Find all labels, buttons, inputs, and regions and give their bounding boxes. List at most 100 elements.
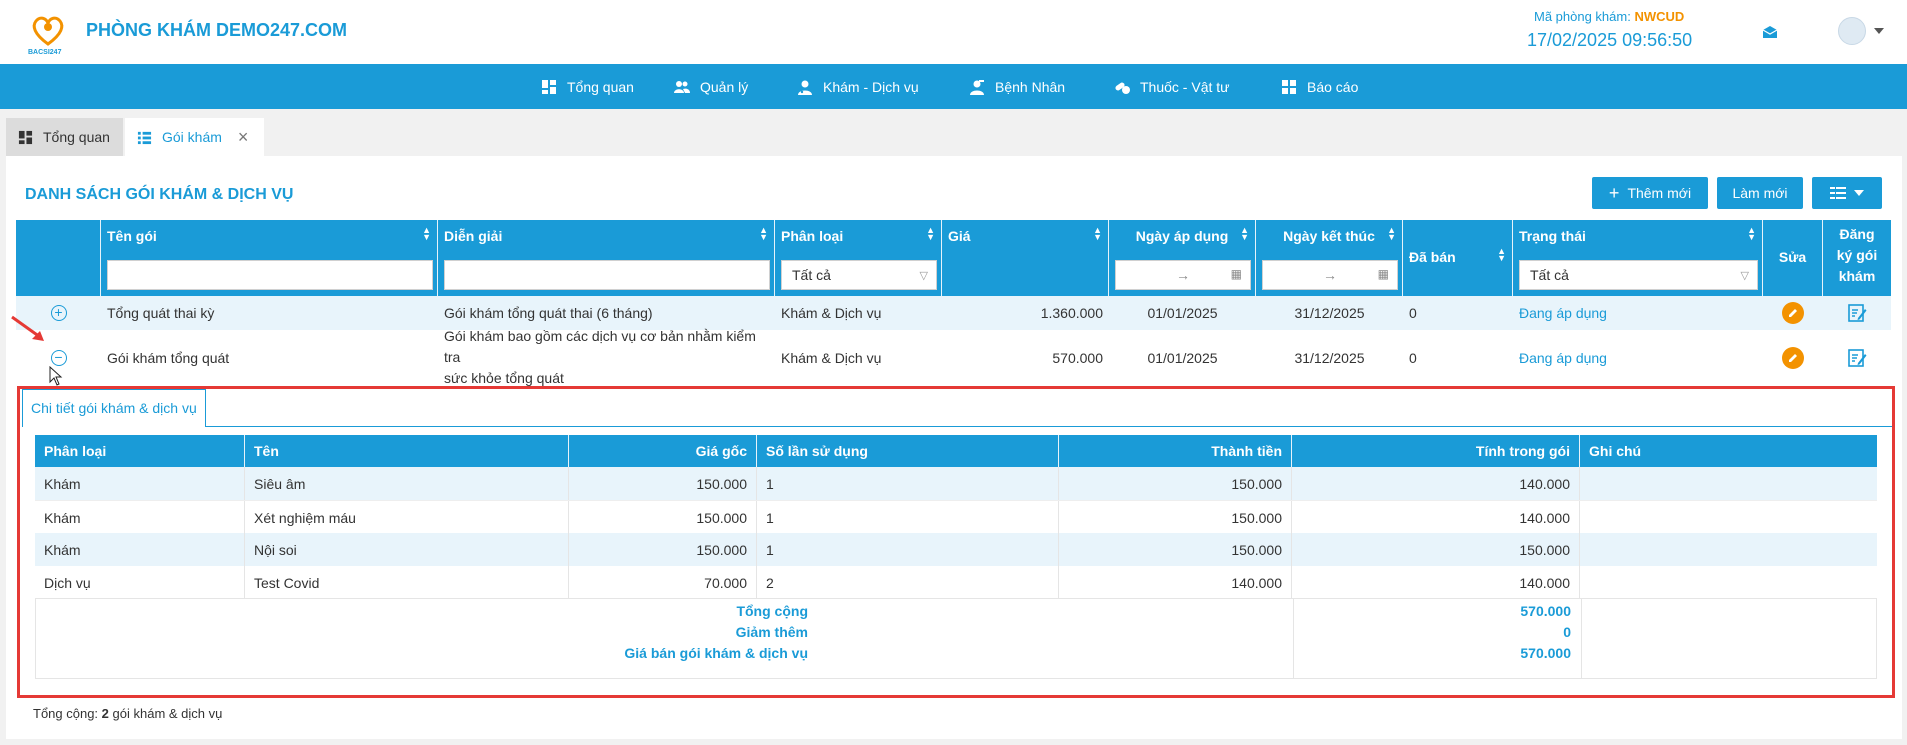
nav-item-medicine[interactable]: Thuốc - Vật tư [1114,77,1230,97]
item-base-price: 150.000 [569,467,757,500]
column-header-sold[interactable]: Đã bán ▲ ▼ [1403,220,1513,296]
sort-icon[interactable]: ▲ ▼ [1093,226,1102,242]
edit-cell [1763,296,1823,330]
clinic-code: Mã phòng khám: NWCUD [1534,9,1684,24]
nav-item-overview[interactable]: Tổng quan [541,77,634,97]
name-filter-input[interactable] [107,260,433,290]
detail-column-amount: Thành tiền [1059,435,1292,467]
item-name: Xét nghiệm máu [245,501,569,534]
start-date-range-picker[interactable]: → ▦ [1115,260,1251,290]
end-date-range-picker[interactable]: → ▦ [1262,260,1398,290]
nav-item-management[interactable]: Quản lý [674,77,748,97]
column-header-name[interactable]: Tên gói ▲ ▼ [101,220,438,296]
sort-icon[interactable]: ▲ ▼ [1387,226,1396,242]
pencil-icon [1789,309,1797,317]
calendar-icon: ▦ [1377,267,1389,281]
detail-table-header: Phân loại Tên Giá gốc Số lần sử dụng Thà… [35,435,1877,467]
package-start-date: 01/01/2025 [1147,305,1218,321]
column-header-description[interactable]: Diễn giải ▲ ▼ [438,220,775,296]
register-icon[interactable] [1847,348,1867,368]
column-header-category[interactable]: Phân loại ▲ ▼ Tất cả ▽ [775,220,942,296]
description-line: Gói khám bao gồm các dịch vụ cơ bản nhằm… [444,328,756,365]
package-name: Tổng quát thai kỳ [107,305,215,321]
description-filter-input[interactable] [444,260,770,290]
page-tabs: Tổng quan Gói khám × [0,118,1907,156]
total-count: 2 [101,706,109,721]
sort-icon[interactable]: ▲ ▼ [1240,226,1249,242]
item-uses: 1 [757,533,1059,566]
package-end-date: 31/12/2025 [1294,349,1365,366]
tab-divider [206,426,1892,427]
chevron-down-icon[interactable] [1874,28,1884,34]
nav-item-label: Báo cáo [1307,79,1359,95]
detail-column-name: Tên [245,435,569,467]
sort-icon[interactable]: ▲ ▼ [1497,247,1506,263]
status-badge[interactable]: Đang áp dụng [1513,296,1763,330]
column-label: ký gói [1836,247,1878,263]
nav-item-label: Khám - Dịch vụ [823,79,919,95]
package-name: Gói khám tổng quát [107,349,230,366]
column-label: Diễn giải [444,228,503,244]
status-badge[interactable]: Đang áp dụng [1513,330,1763,385]
collapse-icon[interactable]: − [50,349,67,366]
table-row[interactable]: + Tổng quát thai kỳ Gói khám tổng quát t… [16,296,1891,330]
close-icon[interactable]: × [238,127,249,148]
chevron-down-icon [1854,190,1864,196]
register-icon[interactable] [1847,303,1867,323]
total-suffix: gói khám & dịch vụ [112,706,223,721]
column-header-end-date[interactable]: Ngày kết thúc ▲ ▼ → ▦ [1256,220,1403,296]
mouse-cursor-icon [49,366,63,386]
column-header-start-date[interactable]: Ngày áp dụng ▲ ▼ → ▦ [1109,220,1256,296]
sort-icon[interactable]: ▲ ▼ [759,226,768,242]
sort-icon[interactable]: ▲ ▼ [422,226,431,242]
refresh-button[interactable]: Làm mới [1717,177,1803,209]
summary-discount-value: 0 [1563,624,1571,640]
nav-item-label: Quản lý [700,79,749,95]
nav-item-patients[interactable]: Bệnh Nhân [969,77,1065,97]
item-uses: 1 [757,467,1059,500]
list-icon [137,131,152,144]
tab-label: Tổng quan [43,129,110,145]
edit-button[interactable] [1782,346,1804,369]
category-filter-select[interactable]: Tất cả ▽ [781,260,937,290]
columns-icon [1830,186,1846,200]
clinic-code-label: Mã phòng khám: [1534,9,1631,24]
total-prefix: Tổng cộng: [33,706,99,721]
doctor-icon [798,80,812,95]
column-header-edit: Sửa [1763,220,1823,296]
nav-item-reports[interactable]: Báo cáo [1281,77,1358,97]
column-menu-button[interactable] [1812,177,1882,209]
item-base-price: 70.000 [569,566,757,599]
package-detail-panel: Chi tiết gói khám & dịch vụ Phân loại Tê… [17,386,1895,698]
report-icon [1282,80,1296,94]
item-in-package: 140.000 [1292,467,1580,500]
edit-button[interactable] [1782,302,1804,324]
tab-packages[interactable]: Gói khám × [125,118,264,156]
status-filter-value: Tất cả [1530,267,1569,283]
item-base-price: 150.000 [569,501,757,534]
summary-sale-value: 570.000 [1520,645,1571,661]
expand-column-header [16,220,101,296]
item-in-package: 140.000 [1292,501,1580,534]
detail-column-uses: Số lần sử dụng [757,435,1059,467]
status-filter-select[interactable]: Tất cả ▽ [1519,260,1758,290]
user-avatar[interactable] [1838,17,1866,45]
detail-row: Dịch vụ Test Covid 70.000 2 140.000 140.… [35,566,1877,599]
mail-icon[interactable] [1762,25,1778,39]
sort-icon[interactable]: ▲ ▼ [1747,226,1756,242]
package-category: Khám & Dịch vụ [781,349,882,366]
plus-icon: + [1608,182,1620,203]
column-header-status[interactable]: Trạng thái ▲ ▼ Tất cả ▽ [1513,220,1763,296]
expand-icon[interactable]: + [50,305,67,321]
nav-item-services[interactable]: Khám - Dịch vụ [797,77,919,97]
add-package-button[interactable]: + Thêm mới [1592,177,1708,209]
table-row[interactable]: − Gói khám tổng quát Gói khám bao gồm cá… [16,328,1891,386]
tab-package-detail[interactable]: Chi tiết gói khám & dịch vụ [22,389,206,427]
column-header-price[interactable]: Giá ▲ ▼ [942,220,1109,296]
tab-overview[interactable]: Tổng quan [6,118,123,156]
sort-icon[interactable]: ▲ ▼ [926,226,935,242]
item-in-package: 140.000 [1292,566,1580,599]
summary-discount-label: Giảm thêm [735,624,808,640]
calendar-icon: ▦ [1230,267,1242,281]
package-end-date: 31/12/2025 [1294,305,1365,321]
